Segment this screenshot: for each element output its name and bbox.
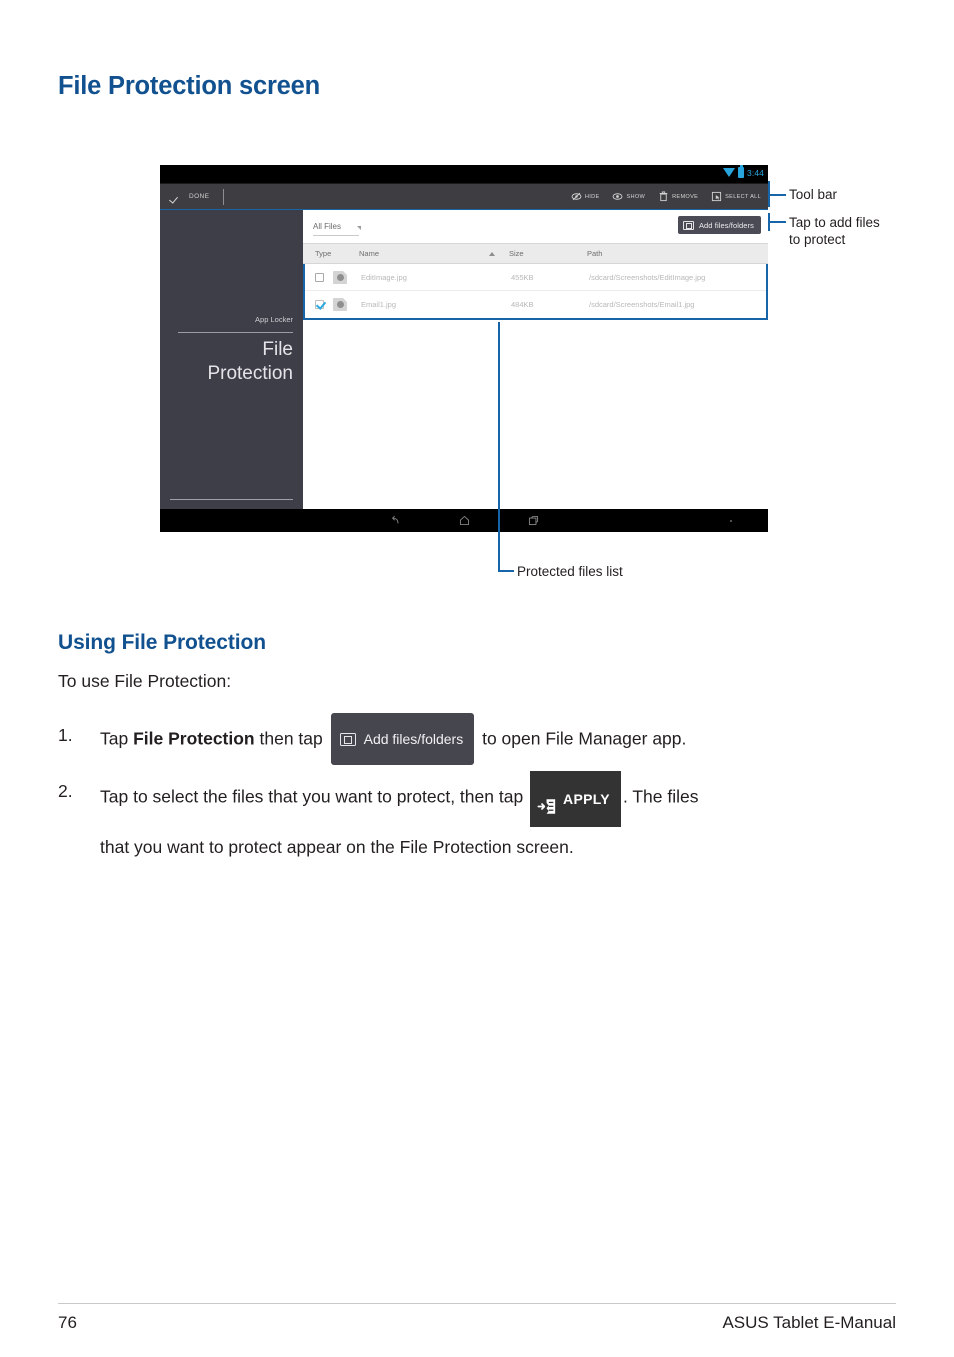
- row-type-cell: [305, 298, 361, 311]
- nav-dot-indicator: [730, 520, 732, 522]
- hide-label: HIDE: [584, 193, 600, 200]
- column-header-size[interactable]: Size: [509, 249, 587, 258]
- status-bar-clock: 3:44: [747, 167, 764, 178]
- section-intro: To use File Protection:: [58, 671, 232, 691]
- table-row[interactable]: EditImage.jpg 455KB /sdcard/Screenshots/…: [305, 264, 766, 291]
- step-2: 2. Tap to select the files that you want…: [58, 770, 888, 868]
- step-1-bold: File Protection: [133, 728, 255, 749]
- file-protection-title-line1: File: [262, 339, 293, 360]
- hide-eye-icon: [571, 191, 582, 202]
- toolbar-divider: [223, 188, 225, 205]
- caret-down-icon: [357, 226, 362, 230]
- step-1: 1. Tap File Protection then tap Add file…: [58, 713, 878, 766]
- file-protection-title: File Protection: [168, 338, 293, 386]
- column-header-type[interactable]: Type: [303, 249, 359, 258]
- callout-line-addfiles: [768, 221, 786, 223]
- row-checkbox[interactable]: [315, 300, 324, 309]
- file-list-topbar: All Files Add files/folders: [303, 210, 768, 243]
- callout-add-files: Tap to add files to protect: [789, 215, 880, 247]
- tablet-screenshot-figure: 3:44 DONE HIDE SHOW REMOVE SELECT ALL Ap…: [160, 165, 768, 533]
- toolbar-actions: HIDE SHOW REMOVE SELECT ALL: [571, 191, 768, 202]
- select-all-label: SELECT ALL: [725, 193, 761, 200]
- table-row[interactable]: Email1.jpg 484KB /sdcard/Screenshots/Ema…: [305, 291, 766, 318]
- footer-divider: [58, 1303, 896, 1305]
- back-icon[interactable]: [389, 514, 402, 527]
- step-2-line2: that you want to protect appear on the F…: [100, 837, 574, 857]
- callout-line-protected-vertical: [498, 322, 500, 572]
- file-list-panel: All Files Add files/folders Type Name Si…: [303, 210, 768, 509]
- remove-label: REMOVE: [672, 193, 699, 200]
- column-header-name-label: Name: [359, 249, 380, 258]
- column-header-path[interactable]: Path: [587, 249, 768, 258]
- inline-add-files-button[interactable]: Add files/folders: [330, 713, 475, 765]
- callout-protected-files-list: Protected files list: [517, 564, 623, 579]
- step-1-number: 1.: [58, 725, 73, 745]
- step-2-text-after: . The files: [622, 786, 699, 807]
- app-locker-sidebar: App Locker File Protection: [160, 210, 303, 509]
- add-files-icon: [682, 220, 694, 230]
- check-icon[interactable]: [170, 191, 182, 203]
- all-files-filter[interactable]: All Files: [313, 222, 362, 231]
- select-all-icon: [711, 191, 722, 202]
- home-icon[interactable]: [458, 514, 471, 527]
- page-number: 76: [58, 1313, 77, 1332]
- inline-apply-button[interactable]: APPLY: [530, 771, 621, 827]
- row-path: /sdcard/Screenshots/EditImage.jpg: [589, 272, 706, 282]
- trash-icon: [658, 191, 669, 202]
- show-eye-icon: [612, 191, 623, 202]
- manual-page: File Protection screen 3:44 DONE HIDE SH…: [0, 0, 954, 1357]
- row-path: /sdcard/Screenshots/Email1.jpg: [589, 300, 695, 309]
- row-type-cell: [305, 270, 361, 284]
- add-files-label: Add files/folders: [698, 220, 754, 230]
- step-2-body: Tap to select the files that you want to…: [100, 770, 888, 868]
- remove-button[interactable]: REMOVE: [658, 191, 698, 202]
- hide-button[interactable]: HIDE: [571, 191, 600, 202]
- wifi-icon: [723, 168, 736, 177]
- image-file-icon: [333, 270, 347, 284]
- sort-ascending-icon: [489, 252, 495, 256]
- column-header-name[interactable]: Name: [359, 249, 509, 258]
- file-list-header: Type Name Size Path: [303, 243, 768, 264]
- step-1-text-before: Tap: [100, 728, 134, 749]
- apply-icon: [537, 790, 557, 814]
- step-2-number: 2.: [58, 781, 73, 801]
- row-name: Email1.jpg: [361, 300, 397, 309]
- all-files-underline: [313, 235, 359, 236]
- battery-icon: [738, 165, 745, 178]
- inline-apply-label: APPLY: [563, 791, 610, 807]
- file-protection-title-line2: Protection: [207, 363, 293, 384]
- section-title: Using File Protection: [58, 631, 266, 654]
- app-tool-bar: DONE HIDE SHOW REMOVE SELECT ALL: [160, 183, 768, 209]
- sidebar-divider: [178, 332, 293, 333]
- step-1-text-after: to open File Manager app.: [477, 728, 687, 749]
- callout-toolbar: Tool bar: [789, 187, 838, 202]
- android-status-bar: 3:44: [160, 165, 768, 183]
- recent-apps-icon[interactable]: [527, 514, 540, 527]
- android-nav-bar: [160, 509, 768, 532]
- callout-line-protected: [498, 570, 514, 572]
- protected-files-list: EditImage.jpg 455KB /sdcard/Screenshots/…: [303, 264, 768, 320]
- step-2-text-before: Tap to select the files that you want to…: [100, 786, 529, 807]
- step-1-text-mid: then tap: [254, 728, 328, 749]
- app-locker-label: App Locker: [255, 315, 293, 324]
- row-size: 455KB: [511, 272, 534, 282]
- step-1-body: Tap File Protection then tap Add files/f…: [100, 713, 878, 766]
- app-body: App Locker File Protection All Files Add…: [160, 209, 768, 509]
- sidebar-bottom-divider: [170, 499, 293, 500]
- add-files-icon: [339, 732, 356, 746]
- show-button[interactable]: SHOW: [612, 191, 645, 202]
- callout-line-toolbar: [768, 194, 786, 196]
- done-button[interactable]: DONE: [189, 193, 209, 200]
- page-title: File Protection screen: [58, 72, 321, 100]
- image-file-icon: [333, 298, 347, 311]
- select-all-button[interactable]: SELECT ALL: [711, 191, 761, 202]
- row-name: EditImage.jpg: [361, 272, 407, 282]
- inline-add-files-label: Add files/folders: [363, 731, 464, 747]
- row-size: 484KB: [511, 300, 534, 309]
- row-checkbox[interactable]: [315, 272, 324, 282]
- all-files-label: All Files: [313, 222, 342, 231]
- add-files-folders-button[interactable]: Add files/folders: [677, 216, 761, 234]
- show-label: SHOW: [626, 193, 646, 200]
- manual-title: ASUS Tablet E-Manual: [722, 1313, 896, 1332]
